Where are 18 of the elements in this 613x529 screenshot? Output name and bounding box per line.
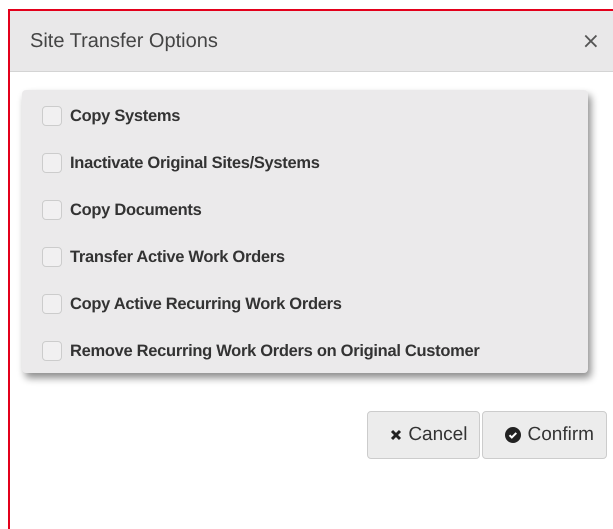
option-label: Transfer Active Work Orders xyxy=(70,248,285,266)
option-label: Copy Active Recurring Work Orders xyxy=(70,294,342,314)
close-button[interactable]: × xyxy=(582,28,600,54)
confirm-button[interactable]: Confirm xyxy=(482,411,607,459)
option-label: Remove Recurring Work Orders on Original Customer xyxy=(70,342,480,360)
option-label: Inactivate Original Sites/Systems xyxy=(70,154,320,172)
checkbox[interactable] xyxy=(42,153,62,173)
checkbox[interactable] xyxy=(42,294,62,314)
close-icon xyxy=(390,429,402,441)
checkbox[interactable] xyxy=(42,341,62,361)
dialog-title: Site Transfer Options xyxy=(30,30,218,52)
checkbox[interactable] xyxy=(42,106,62,126)
option-label: Copy Systems xyxy=(70,106,180,126)
check-circle-icon xyxy=(505,427,522,443)
cancel-button[interactable]: Cancel xyxy=(367,411,480,459)
option-label: Copy Documents xyxy=(70,200,202,220)
checkbox[interactable] xyxy=(42,247,62,267)
checkbox[interactable] xyxy=(42,200,62,220)
